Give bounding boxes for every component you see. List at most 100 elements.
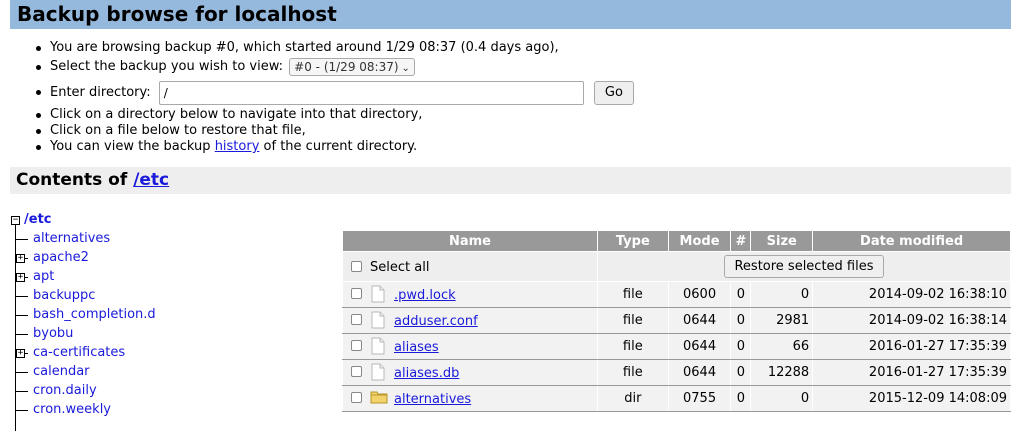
- contents-path-link[interactable]: /etc: [133, 170, 169, 190]
- tree-item-link[interactable]: bash_completion.d: [33, 307, 156, 323]
- history-link[interactable]: history: [215, 139, 260, 154]
- tree-branch-line: [16, 296, 28, 297]
- col-header-type[interactable]: Type: [597, 230, 669, 252]
- num-cell: 0: [730, 307, 752, 334]
- row-checkbox[interactable]: [351, 288, 362, 299]
- backup-select[interactable]: #0 - (1/29 08:37) ⌄: [289, 57, 415, 76]
- num-cell: 0: [730, 333, 752, 360]
- col-header-size[interactable]: Size: [750, 230, 814, 252]
- name-cell: adduser.conf: [342, 307, 598, 334]
- click-file-info: Click on a file below to restore that fi…: [36, 123, 634, 139]
- tree-item-link[interactable]: calendar: [33, 364, 90, 380]
- backup-select-value: #0 - (1/29 08:37): [294, 59, 399, 74]
- file-link[interactable]: .pwd.lock: [394, 288, 456, 304]
- mode-cell: 0755: [667, 385, 732, 412]
- select-all-checkbox[interactable]: [351, 261, 362, 272]
- tree-item-link[interactable]: apache2: [33, 250, 89, 266]
- tree-item-link[interactable]: alternatives: [33, 231, 110, 247]
- select-all-label: Select all: [370, 260, 430, 275]
- collapse-icon[interactable]: −: [11, 216, 20, 225]
- tree-branch-line: [16, 315, 28, 316]
- history-post-text: of the current directory.: [263, 139, 418, 154]
- date-cell: 2015-12-09 14:08:09: [812, 385, 1011, 412]
- mode-cell: 0644: [667, 307, 732, 334]
- restore-selected-button[interactable]: Restore selected files: [724, 255, 884, 278]
- row-checkbox[interactable]: [351, 366, 362, 377]
- col-header-name[interactable]: Name: [342, 230, 598, 252]
- name-cell: aliases.db: [342, 359, 598, 386]
- date-cell: 2016-01-27 17:35:39: [812, 333, 1011, 360]
- name-cell: .pwd.lock: [342, 281, 598, 308]
- type-cell: file: [597, 333, 669, 360]
- mode-cell: 0644: [667, 333, 732, 360]
- tree-branch-line: [24, 353, 28, 354]
- file-icon: [370, 337, 386, 359]
- select-backup-row: Select the backup you wish to view: #0 -…: [36, 56, 634, 78]
- type-cell: dir: [597, 385, 669, 412]
- col-header-num[interactable]: #: [730, 230, 752, 252]
- tree-branch-line: [16, 391, 28, 392]
- contents-heading: Contents of /etc: [10, 167, 1011, 194]
- num-cell: 0: [730, 281, 752, 308]
- tree-item-link[interactable]: backuppc: [33, 288, 95, 304]
- table-row: adduser.conf file 0644 0 2981 2014-09-02 16:3…: [342, 307, 1011, 334]
- table-row: aliases file 0644 0 66 2016-01-27 17:35:39: [342, 333, 1011, 360]
- name-cell: alternatives: [342, 385, 598, 412]
- type-cell: file: [597, 307, 669, 334]
- directory-input[interactable]: /: [158, 80, 584, 105]
- tree-branch-line: [16, 334, 28, 335]
- file-table: Name Type Mode # Size Date modified Sele…: [342, 230, 1011, 412]
- restore-cell: Restore selected files: [597, 251, 1011, 282]
- file-link[interactable]: aliases: [394, 340, 439, 356]
- row-checkbox[interactable]: [351, 340, 362, 351]
- date-cell: 2014-09-02 16:38:14: [812, 307, 1011, 334]
- tree-branch-line: [24, 258, 28, 259]
- table-row: aliases.db file 0644 0 12288 2016-01-27 17:35…: [342, 359, 1011, 386]
- size-cell: 2981: [750, 307, 814, 334]
- directory-label: Enter directory:: [50, 85, 151, 100]
- enter-directory-row: Enter directory: / Go: [36, 78, 634, 107]
- row-checkbox[interactable]: [351, 392, 362, 403]
- col-header-mode[interactable]: Mode: [667, 230, 732, 252]
- table-row: .pwd.lock file 0600 0 0 2014-09-02 16:38:10: [342, 281, 1011, 308]
- size-cell: 0: [750, 281, 814, 308]
- num-cell: 0: [730, 385, 752, 412]
- tree-item-link[interactable]: cron.daily: [33, 383, 97, 399]
- select-all-row: Select all Restore selected files: [342, 251, 1011, 282]
- table-row: alternatives dir 0755 0 0 2015-12-09 14:08:09: [342, 385, 1011, 412]
- go-button[interactable]: Go: [593, 80, 634, 105]
- tree-item-link[interactable]: byobu: [33, 326, 73, 342]
- col-header-date[interactable]: Date modified: [812, 230, 1011, 252]
- contents-prefix: Contents of: [16, 170, 128, 190]
- tree-root-link[interactable]: /etc: [24, 212, 52, 228]
- tree-branch-line: [16, 372, 28, 373]
- file-icon: [370, 311, 386, 333]
- file-icon: [370, 363, 386, 385]
- folder-icon: [370, 389, 388, 409]
- tree-item-link[interactable]: ca-certificates: [33, 345, 125, 361]
- tree-branch-line: [16, 410, 28, 411]
- history-pre-text: You can view the backup: [50, 139, 211, 154]
- tree-item-link[interactable]: cron.weekly: [33, 402, 111, 418]
- page-title: Backup browse for localhost: [10, 0, 1011, 29]
- name-cell: aliases: [342, 333, 598, 360]
- tree-branch-line: [16, 239, 28, 240]
- date-cell: 2016-01-27 17:35:39: [812, 359, 1011, 386]
- browsing-info: You are browsing backup #0, which starte…: [36, 40, 634, 56]
- file-link[interactable]: adduser.conf: [394, 314, 478, 330]
- row-checkbox[interactable]: [351, 314, 362, 325]
- file-link[interactable]: alternatives: [394, 392, 471, 408]
- file-link[interactable]: aliases.db: [394, 366, 459, 382]
- click-directory-info: Click on a directory below to navigate i…: [36, 107, 634, 123]
- size-cell: 66: [750, 333, 814, 360]
- type-cell: file: [597, 359, 669, 386]
- tree-branch-line: [24, 277, 28, 278]
- type-cell: file: [597, 281, 669, 308]
- history-info: You can view the backup history of the c…: [36, 139, 634, 155]
- select-all-cell: Select all: [342, 251, 598, 282]
- num-cell: 0: [730, 359, 752, 386]
- mode-cell: 0644: [667, 359, 732, 386]
- tree-item-link[interactable]: apt: [33, 269, 54, 285]
- info-list: You are browsing backup #0, which starte…: [36, 40, 634, 155]
- size-cell: 0: [750, 385, 814, 412]
